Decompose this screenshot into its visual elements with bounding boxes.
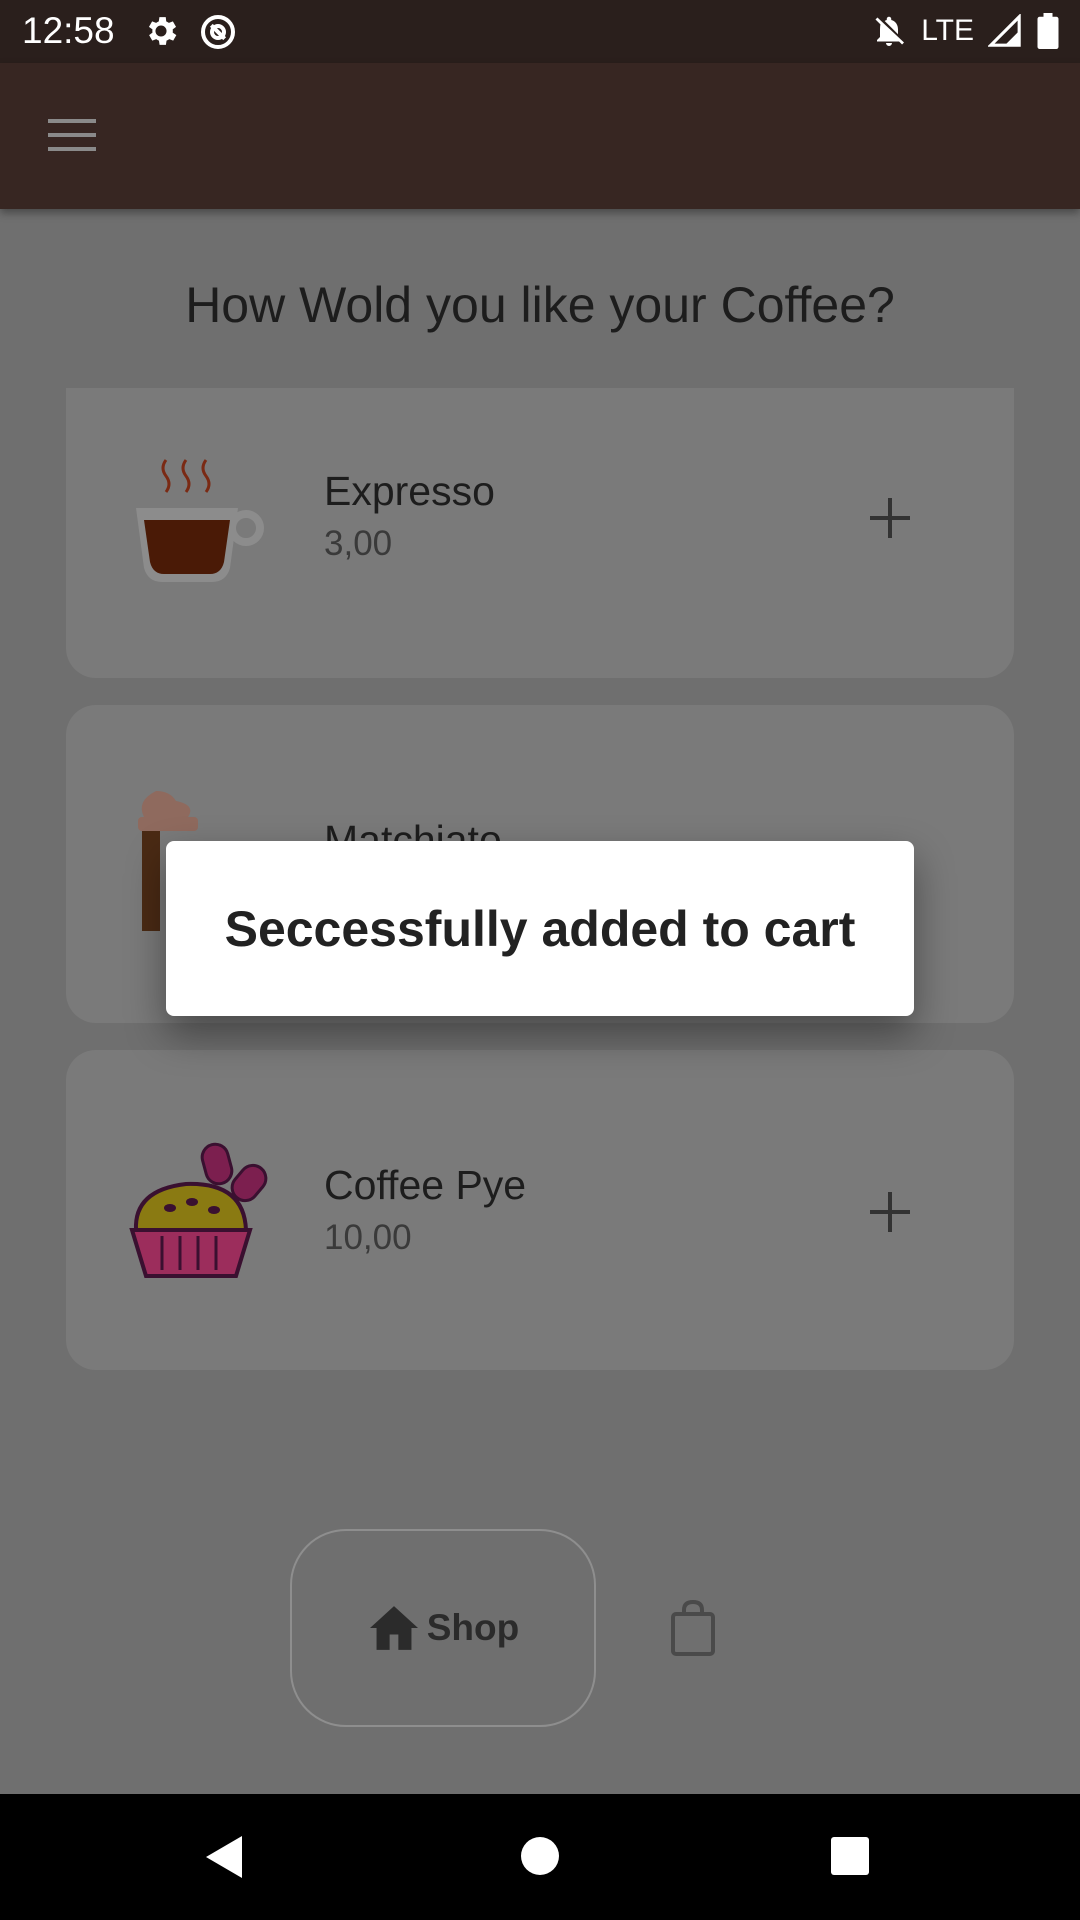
at-sign-icon bbox=[201, 15, 235, 49]
coffee-cup-icon bbox=[136, 459, 264, 582]
gear-icon bbox=[148, 17, 177, 45]
page-heading: How Wold you like your Coffee? bbox=[185, 277, 895, 333]
product-name: Coffee Pye bbox=[324, 1162, 527, 1208]
system-nav-bar bbox=[0, 1794, 1080, 1920]
dialog-message: Seccessfully added to cart bbox=[224, 900, 856, 957]
status-bar: 12:58 LTE bbox=[0, 0, 1080, 63]
home-circle-icon[interactable] bbox=[520, 1836, 560, 1876]
battery-icon bbox=[1037, 13, 1059, 49]
success-dialog: Seccessfully added to cart bbox=[166, 841, 914, 1016]
product-price: 3,00 bbox=[324, 524, 393, 563]
nav-shop-label: Shop bbox=[426, 1607, 520, 1648]
signal-icon bbox=[988, 14, 1021, 47]
recents-icon[interactable] bbox=[830, 1836, 870, 1876]
home-icon bbox=[369, 1606, 418, 1650]
status-right-group: LTE bbox=[871, 10, 1060, 52]
notifications-off-icon bbox=[875, 16, 905, 46]
network-type: LTE bbox=[921, 14, 974, 47]
add-icon[interactable] bbox=[866, 494, 914, 542]
back-icon[interactable] bbox=[204, 1834, 244, 1880]
product-card-coffee-pye[interactable]: Coffee Pye 10,00 bbox=[66, 1050, 1014, 1370]
product-card-expresso[interactable]: Expresso 3,00 bbox=[66, 388, 1014, 678]
product-price: 10,00 bbox=[324, 1218, 412, 1257]
product-name: Expresso bbox=[324, 468, 495, 514]
app-bar bbox=[0, 63, 1080, 209]
nav-shop-button[interactable]: Shop bbox=[290, 1529, 596, 1727]
shopping-bag-icon[interactable] bbox=[670, 1600, 716, 1656]
status-time: 12:58 bbox=[22, 10, 115, 51]
menu-icon[interactable] bbox=[46, 115, 100, 155]
pie-icon bbox=[129, 1142, 268, 1278]
add-icon[interactable] bbox=[866, 1188, 914, 1236]
